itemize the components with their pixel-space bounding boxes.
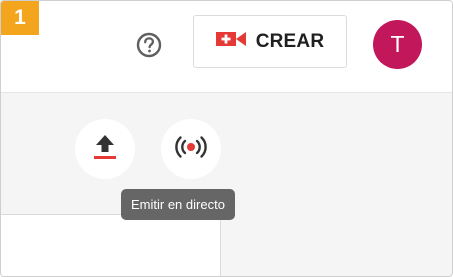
screenshot-frame: 1 CREAR T Emitir en directo bbox=[0, 0, 453, 277]
live-tooltip: Emitir en directo bbox=[121, 189, 235, 220]
tooltip-text: Emitir en directo bbox=[131, 197, 225, 212]
live-broadcast-button[interactable] bbox=[161, 119, 221, 179]
content-panel bbox=[1, 214, 221, 276]
step-number: 1 bbox=[14, 6, 26, 29]
help-icon[interactable] bbox=[134, 30, 164, 60]
top-bar: 1 CREAR T bbox=[1, 1, 452, 93]
live-broadcast-icon bbox=[172, 135, 210, 164]
create-button[interactable]: CREAR bbox=[193, 15, 347, 68]
step-badge: 1 bbox=[1, 1, 39, 35]
create-button-label: CREAR bbox=[255, 30, 325, 52]
upload-icon bbox=[92, 133, 118, 166]
upload-button[interactable] bbox=[75, 119, 135, 179]
avatar-initial: T bbox=[390, 31, 405, 57]
avatar[interactable]: T bbox=[373, 20, 422, 69]
video-camera-plus-icon bbox=[215, 30, 246, 53]
